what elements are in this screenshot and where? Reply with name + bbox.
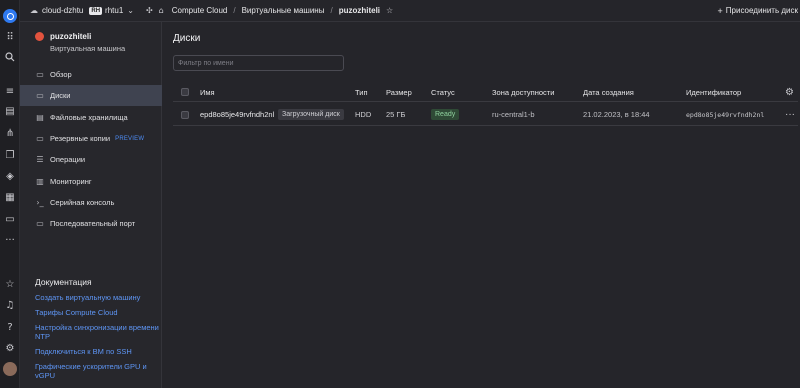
network-icon[interactable]: ⋔ — [3, 126, 17, 140]
nav-item-label: Обзор — [50, 70, 72, 79]
top-bar: ☁ cloud-dzhtu RH rhtu1 ⌄ ✣ ⌂ Compute Clo… — [20, 0, 800, 22]
disk-name[interactable]: epd8o85je49rvfndh2nl — [200, 104, 274, 125]
table-row[interactable]: epd8o85je49rvfndh2nl Загрузочный диск HD… — [173, 104, 798, 126]
port-icon: ▭ — [36, 219, 44, 228]
disk-size: 25 ГБ — [386, 110, 406, 119]
boot-disk-tag: Загрузочный диск — [278, 104, 344, 125]
nav-item-overview[interactable]: ▭ Обзор — [20, 64, 162, 85]
cloud-logo-icon[interactable] — [3, 9, 17, 23]
plus-icon: + — [717, 5, 723, 16]
breadcrumb-separator: / — [233, 6, 236, 15]
breadcrumb-compute[interactable]: Compute Cloud — [172, 6, 228, 15]
vm-status-icon — [35, 32, 44, 41]
nav-item-label: Операции — [50, 155, 86, 164]
nav-item-label: Диски — [50, 91, 71, 100]
settings-icon[interactable]: ✣ — [146, 6, 153, 15]
select-all-checkbox[interactable] — [181, 83, 189, 101]
bell-icon[interactable]: ♫ — [3, 298, 17, 312]
nav-item-operations[interactable]: ☰ Операции — [20, 149, 162, 170]
join-disk-label: Присоединить диск — [725, 6, 798, 15]
vm-name: puzozhiteli — [50, 32, 92, 41]
folder-name[interactable]: rhtu1 — [105, 6, 123, 15]
column-header-zone[interactable]: Зона доступности — [492, 83, 554, 101]
row-checkbox[interactable] — [181, 104, 189, 125]
docs-link[interactable]: Тарифы Compute Cloud — [35, 308, 160, 317]
nav-item-label: Серийная консоль — [50, 198, 115, 207]
status-badge-label: Ready — [431, 109, 460, 120]
row-actions-more-icon[interactable]: ··· — [785, 104, 795, 125]
chevron-down-icon[interactable]: ⌄ — [127, 6, 134, 15]
cloud-icon: ☁ — [30, 6, 38, 15]
nav-item-label: Резервные копии — [50, 134, 111, 143]
column-header-id[interactable]: Идентификатор — [686, 83, 741, 101]
star-icon[interactable]: ☆ — [3, 277, 17, 291]
join-disk-button[interactable]: + Присоединить диск — [718, 6, 798, 16]
chat-icon[interactable]: ▭ — [3, 212, 17, 226]
icon-rail: ⠿ ≡ ▤ ⋔ ❐ ◈ ▦ ▭ ··· ☆ ♫ ? ⚙ — [0, 0, 20, 388]
disk-zone: ru-central1-b — [492, 110, 535, 119]
preview-badge: PREVIEW — [115, 135, 145, 142]
search-icon[interactable] — [3, 50, 17, 64]
nav-item-disks[interactable]: ▭ Диски — [20, 85, 162, 106]
breadcrumb-vms[interactable]: Виртуальные машины — [242, 6, 325, 15]
docs-link[interactable]: Графические ускорители GPU и vGPU — [35, 362, 160, 380]
nav-item-serial-console[interactable]: ›_ Серийная консоль — [20, 192, 162, 213]
column-header-name[interactable]: Имя — [200, 83, 215, 101]
servers-icon[interactable]: ≡ — [3, 84, 17, 98]
column-header-created[interactable]: Дата создания — [583, 83, 634, 101]
storage-icon: ▤ — [36, 113, 44, 122]
folder-badge: RH — [89, 6, 103, 15]
gear-icon[interactable]: ⚙ — [3, 341, 17, 355]
star-icon[interactable]: ☆ — [386, 6, 393, 15]
nav-item-monitoring[interactable]: ▥ Мониторинг — [20, 171, 162, 192]
filter-input[interactable]: Фильтр по имени — [173, 55, 344, 71]
list-icon: ☰ — [36, 155, 44, 164]
nav-item-file-storage[interactable]: ▤ Файловые хранилища — [20, 107, 162, 128]
status-badge: Ready — [431, 104, 460, 125]
column-header-type[interactable]: Тип — [355, 83, 368, 101]
docs-section: Документация Создать виртуальную машину … — [35, 277, 160, 386]
database-icon[interactable]: ▤ — [3, 104, 17, 118]
help-icon[interactable]: ? — [3, 320, 17, 334]
nav-item-serial-port[interactable]: ▭ Последовательный порт — [20, 213, 162, 234]
apps-grid-icon[interactable]: ⠿ — [3, 30, 17, 44]
chart-icon: ▥ — [36, 177, 44, 186]
avatar[interactable] — [3, 362, 17, 376]
nav-item-backups[interactable]: ▭ Резервные копии PREVIEW — [20, 128, 162, 149]
home-icon[interactable]: ⌂ — [159, 6, 164, 15]
sidebar: puzozhiteli Виртуальная машина ▭ Обзор ▭… — [20, 22, 162, 388]
overview-icon: ▭ — [36, 70, 44, 79]
breadcrumb-separator: / — [330, 6, 333, 15]
nav-item-label: Мониторинг — [50, 177, 92, 186]
backup-icon: ▭ — [36, 134, 44, 143]
nav-item-label: Файловые хранилища — [50, 113, 128, 122]
nav-item-label: Последовательный порт — [50, 219, 136, 228]
main-content: Диски Фильтр по имени Имя Тип Размер Ста… — [162, 22, 800, 388]
disk-id: epd8o85je49rvfndh2nl — [686, 110, 765, 119]
breadcrumb-current: puzozhiteli — [338, 6, 381, 15]
terminal-icon: ›_ — [36, 198, 44, 207]
dashboard-icon[interactable]: ▦ — [3, 190, 17, 204]
vm-type: Виртуальная машина — [50, 44, 126, 53]
page-title: Диски — [173, 33, 201, 44]
cloud-name[interactable]: cloud-dzhtu — [42, 6, 83, 15]
vm-header: puzozhiteli Виртуальная машина — [35, 32, 125, 53]
docs-link[interactable]: Настройка синхронизации времени NTP — [35, 323, 160, 341]
disk-type: HDD — [355, 110, 372, 119]
docs-link[interactable]: Подключиться к ВМ по SSH — [35, 347, 160, 356]
boot-disk-tag-label: Загрузочный диск — [278, 109, 344, 120]
docs-title: Документация — [35, 277, 92, 287]
layers-icon[interactable]: ◈ — [3, 169, 17, 183]
disk-icon: ▭ — [36, 91, 44, 100]
table-header: Имя Тип Размер Статус Зона доступности Д… — [173, 83, 798, 102]
column-header-status[interactable]: Статус — [431, 83, 455, 101]
copy-icon[interactable]: ❐ — [3, 148, 17, 162]
disk-created: 21.02.2023, в 18:44 — [583, 110, 650, 119]
more-icon[interactable]: ··· — [3, 233, 17, 247]
docs-link[interactable]: Создать виртуальную машину — [35, 293, 160, 302]
column-header-size[interactable]: Размер — [386, 83, 412, 101]
table-settings-gear-icon[interactable]: ⚙ — [785, 83, 794, 101]
